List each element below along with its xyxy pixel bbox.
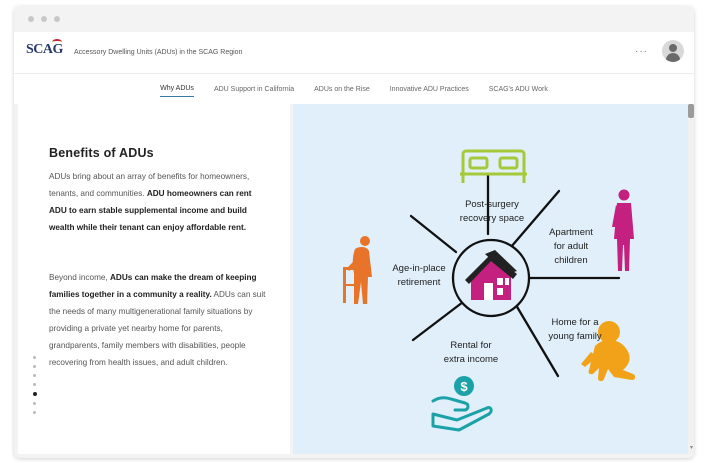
label-rental-line2: extra income (444, 354, 498, 365)
pager-dot[interactable] (33, 365, 36, 368)
more-options-icon[interactable]: ··· (635, 46, 648, 57)
browser-window: SCAG Accessory Dwelling Units (ADUs) in … (14, 6, 694, 458)
avatar[interactable] (662, 40, 684, 62)
label-apartment-line2: for adult (554, 241, 589, 252)
scrollbar-thumb[interactable] (688, 104, 694, 118)
adult-person-icon (612, 189, 634, 271)
pager-dot-active[interactable] (32, 392, 37, 396)
paragraph-text: Beyond income, (49, 273, 110, 282)
tab-scags-adu-work[interactable]: SCAG's ADU Work (489, 82, 548, 97)
window-dot-maximize[interactable] (54, 16, 60, 22)
pager-dot[interactable] (33, 374, 36, 377)
svg-text:$: $ (460, 379, 468, 394)
section-pager (32, 356, 37, 414)
tab-adus-on-the-rise[interactable]: ADUs on the Rise (314, 82, 370, 97)
tab-adu-support-in-california[interactable]: ADU Support in California (214, 82, 294, 97)
pager-dot[interactable] (33, 383, 36, 386)
story-title: Accessory Dwelling Units (ADUs) in the S… (74, 49, 243, 56)
label-young-family-line1: Home for a (552, 317, 600, 328)
scrollbar-track[interactable] (688, 104, 694, 454)
app-header: SCAG Accessory Dwelling Units (ADUs) in … (14, 32, 694, 74)
elder-with-walker-icon (343, 236, 372, 304)
adu-benefits-diagram: $ Post-surgery recovery space Apartment … (343, 149, 636, 432)
pager-dot[interactable] (33, 356, 36, 359)
tab-innovative-adu-practices[interactable]: Innovative ADU Practices (390, 82, 469, 97)
avatar-body-icon (666, 53, 680, 62)
window-dot-minimize[interactable] (41, 16, 47, 22)
section-heading: Benefits of ADUs (49, 146, 154, 160)
scroll-down-arrow-icon[interactable]: ▾ (690, 444, 693, 451)
label-post-surgery-line2: recovery space (460, 213, 524, 224)
label-age-in-place-line2: retirement (398, 277, 441, 288)
label-young-family-line2: young family (548, 331, 602, 342)
spoke-top-left (409, 214, 458, 254)
logo-mark-icon (52, 38, 62, 45)
money-in-hand-icon: $ (431, 376, 493, 432)
avatar-head-icon (669, 44, 677, 52)
tab-why-adus[interactable]: Why ADUs (160, 81, 194, 97)
pager-dot[interactable] (33, 402, 36, 405)
paragraph-benefits: ADUs bring about an array of benefits fo… (49, 168, 271, 236)
media-panel: $ Post-surgery recovery space Apartment … (293, 104, 688, 454)
label-apartment-line1: Apartment (549, 227, 593, 238)
narrative-panel: Benefits of ADUs ADUs bring about an arr… (18, 104, 290, 454)
spoke-bottom-left (411, 300, 465, 342)
bed-icon (460, 149, 527, 183)
paragraph-text: ADUs can suit the needs of many multigen… (49, 290, 266, 367)
label-apartment-line3: children (554, 255, 587, 266)
label-age-in-place-line1: Age-in-place (392, 263, 445, 274)
window-controls (14, 6, 694, 32)
section-tabs: Why ADUs ADU Support in California ADUs … (14, 74, 694, 104)
scag-logo[interactable]: SCAG (26, 38, 66, 64)
paragraph-families: Beyond income, ADUs can make the dream o… (49, 269, 271, 371)
label-rental-line1: Rental for (450, 340, 491, 351)
window-dot-close[interactable] (28, 16, 34, 22)
pager-dot[interactable] (33, 411, 36, 414)
label-post-surgery-line1: Post-surgery (465, 199, 519, 210)
